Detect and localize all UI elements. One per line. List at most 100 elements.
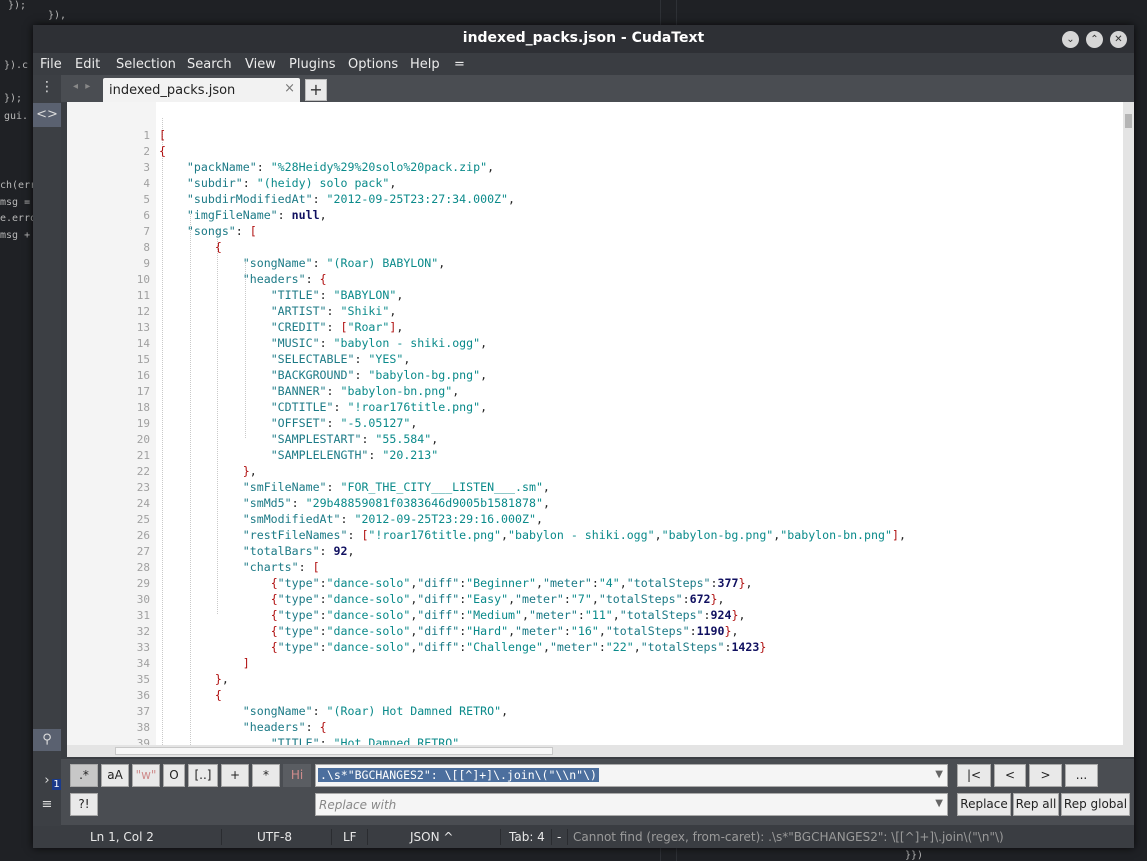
line-number: 8 — [143, 241, 150, 254]
menu-extra[interactable]: = — [454, 57, 465, 72]
menu-plugins[interactable]: Plugins — [289, 57, 336, 72]
replace-global-button[interactable]: Rep global — [1061, 793, 1130, 816]
replace-all-button[interactable]: Rep all — [1013, 793, 1059, 816]
code-text: , — [480, 336, 488, 350]
json-string: "Easy" — [466, 592, 509, 606]
menu-search[interactable]: Search — [187, 57, 232, 72]
in-selection-toggle[interactable]: [..] — [188, 764, 218, 787]
wrap-button[interactable]: ?! — [70, 793, 98, 816]
code-text: , — [431, 432, 439, 446]
code-text: , — [501, 528, 509, 542]
find-prev-button[interactable]: < — [994, 764, 1026, 787]
json-key: "subdirModifiedAt" — [186, 192, 313, 206]
json-key: "restFileNames" — [242, 528, 348, 542]
minimize-button[interactable]: ⌄ — [1062, 31, 1079, 48]
title-bar[interactable]: indexed_packs.json - CudaText ⌄ ⌃ ✕ — [33, 25, 1134, 53]
code-line: "charts": [ — [159, 559, 320, 575]
find-more-button[interactable]: ... — [1065, 764, 1098, 787]
code-text: , — [542, 480, 550, 494]
list-icon[interactable]: ≡ — [33, 797, 61, 812]
code-editor[interactable]: 1 2 3 4 5 6 7 8 9 10 11 12 13 14 15 16 17 18 19 20 21 22 23 24 2… — [67, 102, 1123, 745]
background-code-line: gui. — [4, 111, 29, 122]
line-number: 26 — [136, 529, 150, 542]
find-input[interactable]: .\s*"BGCHANGES2": \[[^]+]\.join\("\\n"\)… — [315, 764, 948, 787]
code-line: {"type":"dance-solo","diff":"Hard","mete… — [159, 623, 739, 639]
horizontal-scroll-thumb[interactable] — [115, 747, 553, 755]
find-input-value: .\s*"BGCHANGES2": \[[^]+]\.join\("\\n"\) — [318, 768, 599, 782]
code-tree-icon[interactable]: <> — [33, 103, 61, 127]
code-text: : — [291, 496, 306, 510]
menu-selection[interactable]: Selection — [116, 57, 176, 72]
code-text: , — [249, 464, 257, 478]
replace-button[interactable]: Replace — [957, 793, 1011, 816]
code-line: "SELECTABLE": "YES", — [159, 351, 411, 367]
code-text: : — [591, 576, 599, 590]
line-number: 11 — [136, 289, 150, 302]
json-string: "Hot Damned RETRO" — [333, 736, 460, 745]
json-key: "headers" — [242, 720, 306, 734]
find-first-button[interactable]: |< — [957, 764, 991, 787]
status-lexer[interactable]: JSON ^ — [410, 830, 453, 844]
wrapped-search-toggle[interactable]: O — [163, 764, 185, 787]
code-area[interactable]: [{ "packName": "%28Heidy%29%20solo%20pac… — [156, 102, 1123, 745]
tab-indexed-packs-json[interactable]: indexed_packs.json × — [103, 78, 300, 102]
json-string: "dance-solo" — [326, 640, 411, 654]
line-number: 24 — [136, 497, 150, 510]
menu-help[interactable]: Help — [410, 57, 440, 72]
menu-edit[interactable]: Edit — [75, 57, 100, 72]
code-text: : — [235, 224, 250, 238]
json-string: "Beginner" — [466, 576, 536, 590]
line-number: 7 — [143, 225, 150, 238]
code-line: "songs": [ — [159, 223, 257, 239]
line-number: 15 — [136, 353, 150, 366]
chevron-down-icon: ⌄ — [1066, 34, 1075, 45]
status-encoding[interactable]: UTF-8 — [257, 830, 292, 844]
find-next-button[interactable]: > — [1029, 764, 1062, 787]
replace-history-dropdown-icon[interactable]: ▼ — [935, 798, 943, 809]
vertical-scroll-thumb[interactable] — [1125, 114, 1132, 128]
status-tab-size[interactable]: Tab: 4 — [509, 830, 545, 844]
json-bracket: } — [214, 672, 222, 686]
status-caret-position[interactable]: Ln 1, Col 2 — [90, 830, 154, 844]
code-line: "smModifiedAt": "2012-09-25T23:29:16.000… — [159, 511, 543, 527]
json-bracket: } — [242, 464, 250, 478]
code-text: , — [717, 592, 725, 606]
tab-close-icon[interactable]: × — [284, 81, 295, 96]
menu-file[interactable]: File — [40, 57, 62, 72]
find-history-dropdown-icon[interactable]: ▼ — [935, 769, 943, 780]
vertical-scrollbar[interactable] — [1123, 102, 1134, 745]
search-icon[interactable]: ⚲ — [33, 729, 61, 751]
close-window-button[interactable]: ✕ — [1110, 31, 1127, 48]
confirm-replace-toggle[interactable]: * — [252, 764, 280, 787]
regex-toggle[interactable]: .* — [70, 764, 98, 787]
status-divider — [367, 829, 368, 845]
new-tab-button[interactable]: + — [305, 79, 327, 101]
case-sensitive-toggle[interactable]: aA — [101, 764, 129, 787]
code-line: "totalBars": 92, — [159, 543, 355, 559]
sidebar-menu-icon[interactable]: ⋮ — [33, 79, 61, 95]
menu-options[interactable]: Options — [348, 57, 398, 72]
code-line: {"type":"dance-solo","diff":"Beginner","… — [159, 575, 753, 591]
horizontal-scrollbar[interactable] — [67, 745, 1134, 757]
menu-view[interactable]: View — [245, 57, 276, 72]
replace-input[interactable]: Replace with ▼ — [315, 793, 948, 816]
whole-words-toggle[interactable]: "w" — [132, 764, 160, 787]
maximize-button[interactable]: ⌃ — [1086, 31, 1103, 48]
code-text: : — [277, 208, 292, 222]
line-number: 14 — [136, 337, 150, 350]
status-line-ending[interactable]: LF — [343, 830, 357, 844]
json-key: "totalBars" — [242, 544, 320, 558]
multiline-toggle[interactable]: + — [221, 764, 249, 787]
window-title: indexed_packs.json - CudaText — [462, 30, 705, 46]
background-code-line: }}) — [905, 850, 924, 861]
code-line: "songName": "(Roar) Hot Damned RETRO", — [159, 703, 508, 719]
json-key: "MUSIC" — [270, 336, 320, 350]
tab-scroll-arrows-icon[interactable]: ◂ ▸ — [73, 81, 92, 92]
code-text: , — [480, 368, 488, 382]
highlight-toggle[interactable]: Hi — [283, 764, 311, 787]
